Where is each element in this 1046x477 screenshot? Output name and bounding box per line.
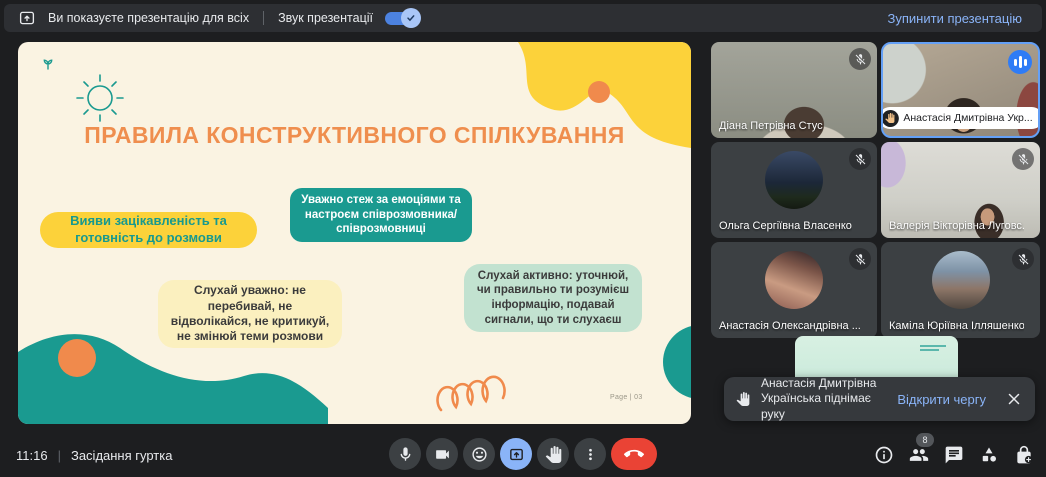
presenting-banner: Ви показуєте презентацію для всіх Звук п… bbox=[4, 4, 1042, 32]
panel-controls: 8 bbox=[872, 443, 1036, 467]
check-icon bbox=[405, 12, 417, 24]
slide-title: ПРАВИЛА КОНСТРУКТИВНОГО СПІЛКУВАННЯ bbox=[18, 122, 691, 149]
presenting-text: Ви показуєте презентацію для всіх bbox=[48, 11, 249, 25]
mic-off-icon bbox=[1012, 148, 1034, 170]
slide-page-number: Page | 03 bbox=[610, 394, 643, 401]
meet-control-bar: 11:16 | Засідання гуртка bbox=[0, 432, 1046, 477]
presentation-sound-label: Звук презентації bbox=[278, 11, 373, 25]
open-queue-button[interactable]: Відкрити чергу bbox=[897, 392, 986, 407]
orange-circle-on-wave bbox=[58, 339, 96, 377]
avatar bbox=[765, 251, 823, 309]
participant-tile[interactable]: Анастасія Олександрівна ... bbox=[711, 242, 877, 338]
toggle-thumb bbox=[401, 8, 421, 28]
google-meet-window: Ви показуєте презентацію для всіх Звук п… bbox=[0, 0, 1046, 477]
shared-presentation-slide: ПРАВИЛА КОНСТРУКТИВНОГО СПІЛКУВАННЯ Вияв… bbox=[18, 42, 691, 424]
clock-time: 11:16 bbox=[16, 448, 48, 463]
slide-card-yellow: Вияви зацікавленість та готовність до ро… bbox=[40, 212, 257, 248]
reactions-button[interactable] bbox=[463, 438, 495, 470]
slide-logo-icon bbox=[40, 55, 56, 71]
participant-name: Діана Петрівна Стус bbox=[719, 120, 823, 132]
participant-tile-speaking[interactable]: Анастасія Дмитрівна Укр... bbox=[881, 42, 1040, 138]
mic-off-icon bbox=[849, 148, 871, 170]
slide-card-teal: Уважно стеж за емоціями та настроєм спів… bbox=[290, 188, 472, 242]
activities-button[interactable] bbox=[977, 443, 1001, 467]
present-screen-button-active[interactable] bbox=[500, 438, 532, 470]
raised-hand-name-pill: Анастасія Дмитрівна Укр... bbox=[881, 107, 1040, 129]
toast-message: Анастасія Дмитрівна Українська піднімає … bbox=[761, 376, 886, 423]
camera-button[interactable] bbox=[426, 438, 458, 470]
chat-button[interactable] bbox=[942, 443, 966, 467]
present-screen-icon bbox=[18, 9, 36, 27]
mic-off-icon bbox=[849, 248, 871, 270]
stop-presentation-button[interactable]: Зупинити презентацію bbox=[882, 7, 1028, 30]
topbar-divider bbox=[263, 11, 264, 25]
meeting-details-button[interactable] bbox=[872, 443, 896, 467]
avatar bbox=[765, 151, 823, 209]
participants-count-badge: 8 bbox=[916, 433, 934, 447]
video-caption-lines bbox=[920, 345, 946, 353]
raise-hand-button[interactable] bbox=[537, 438, 569, 470]
participant-name: Ольга Сергіївна Власенко bbox=[719, 220, 852, 232]
participant-tile[interactable]: Ольга Сергіївна Власенко bbox=[711, 142, 877, 238]
hand-raise-toast: Анастасія Дмитрівна Українська піднімає … bbox=[724, 377, 1035, 421]
participant-tile[interactable]: Валерія Вікторівна Луговс... bbox=[881, 142, 1040, 238]
call-controls bbox=[389, 438, 657, 470]
participant-name: Анастасія Олександрівна ... bbox=[719, 320, 860, 332]
participant-name: Анастасія Дмитрівна Укр... bbox=[903, 112, 1032, 124]
sun-doodle bbox=[70, 68, 130, 128]
close-icon[interactable] bbox=[1005, 390, 1023, 408]
raised-hand-icon bbox=[881, 110, 898, 127]
people-button[interactable]: 8 bbox=[907, 443, 931, 467]
info-divider: | bbox=[58, 448, 61, 463]
orange-circle-decoration bbox=[588, 81, 610, 103]
meeting-name: Засідання гуртка bbox=[71, 448, 173, 463]
teal-circle-right bbox=[663, 325, 691, 399]
slide-card-mint: Слухай активно: уточнюй, чи правильно ти… bbox=[464, 264, 642, 332]
raised-hand-icon bbox=[736, 390, 750, 408]
microphone-button[interactable] bbox=[389, 438, 421, 470]
end-call-button[interactable] bbox=[611, 438, 657, 470]
participant-name: Каміла Юріївна Ілляшенко bbox=[889, 320, 1024, 332]
more-options-button[interactable] bbox=[574, 438, 606, 470]
meeting-info: 11:16 | Засідання гуртка bbox=[16, 448, 172, 463]
participant-tile[interactable]: Каміла Юріївна Ілляшенко bbox=[881, 242, 1040, 338]
orange-squiggle-doodle bbox=[433, 362, 553, 416]
host-controls-button[interactable] bbox=[1012, 443, 1036, 467]
participant-tile[interactable]: Діана Петрівна Стус bbox=[711, 42, 877, 138]
presentation-sound-toggle[interactable] bbox=[385, 12, 417, 25]
speaking-indicator-icon bbox=[1008, 50, 1032, 74]
avatar bbox=[932, 251, 990, 309]
mic-off-icon bbox=[1012, 248, 1034, 270]
participant-name: Валерія Вікторівна Луговс... bbox=[889, 220, 1024, 232]
mic-off-icon bbox=[849, 48, 871, 70]
